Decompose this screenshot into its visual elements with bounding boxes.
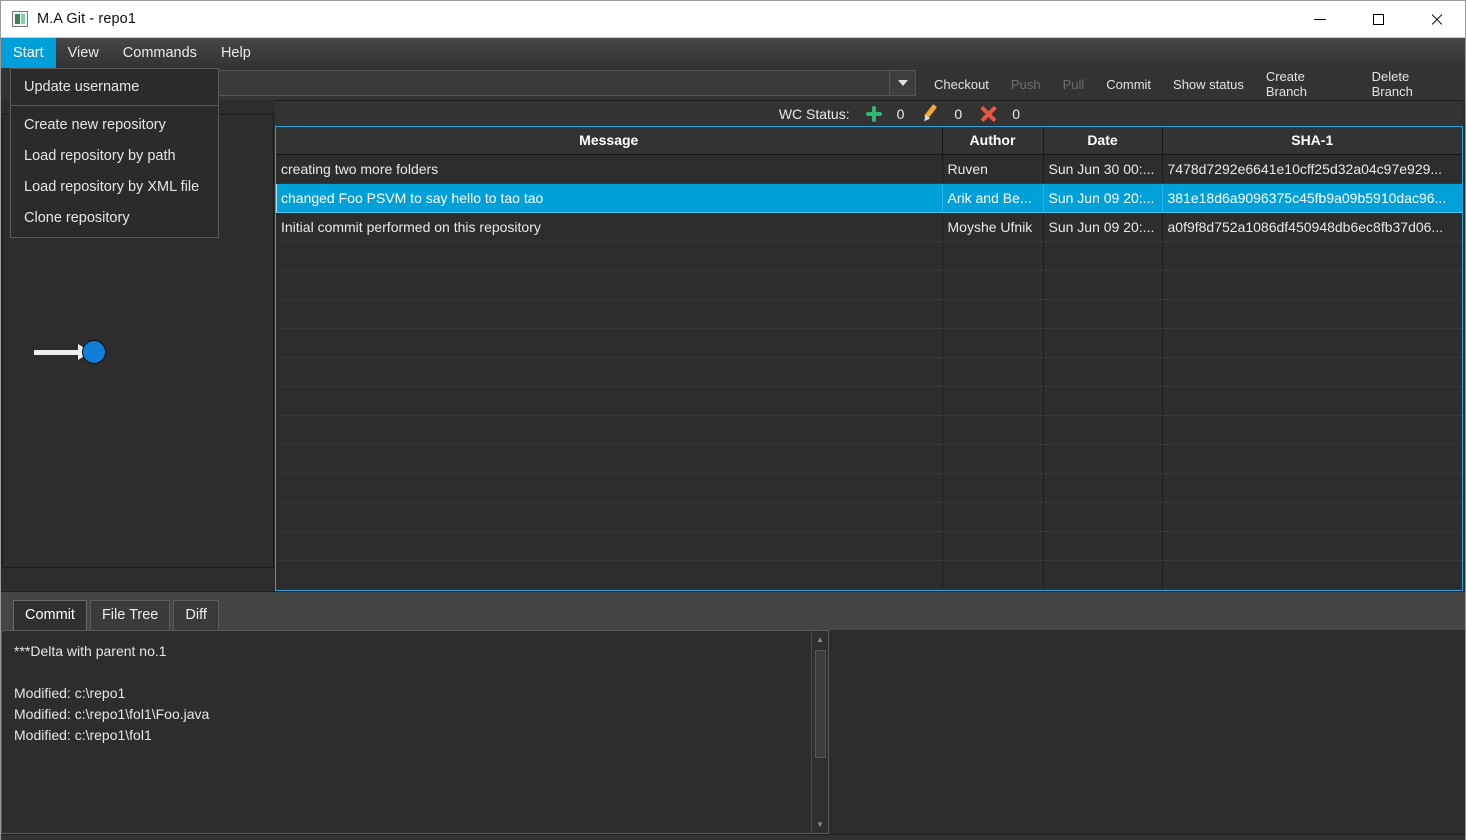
wc-modified-group: 0 (922, 105, 962, 122)
delta-textarea[interactable]: ***Delta with parent no.1 Modified: c:\r… (1, 629, 829, 834)
cell-message: creating two more folders (276, 154, 943, 184)
window-controls (1291, 1, 1465, 37)
table-row-empty (276, 270, 1462, 300)
menu-bar: Start View Commands Help Update username… (1, 38, 1465, 238)
column-header-message[interactable]: Message (276, 127, 943, 155)
toolbar-buttons: Checkout Push Pull Commit Show status Cr… (923, 68, 1465, 100)
table-row-empty (276, 531, 1462, 561)
close-icon (1430, 13, 1443, 26)
x-icon (980, 105, 997, 122)
cell-sha: a0f9f8d752a1086df450948db6ec8fb37d06... (1162, 212, 1462, 242)
table-header-row: Message Author Date SHA-1 (276, 127, 1462, 155)
menu-start[interactable]: Start (1, 38, 56, 68)
bottom-tabstrip: Commit File Tree Diff (1, 591, 1465, 630)
branch-select-value (215, 71, 889, 95)
table-row[interactable]: Initial commit performed on this reposit… (276, 212, 1462, 242)
table-row-empty (276, 502, 1462, 532)
table-row[interactable]: creating two more folders Ruven Sun Jun … (276, 154, 1462, 184)
start-menu-dropdown: Update username Create new repository Lo… (10, 68, 219, 238)
table-row-empty (276, 299, 1462, 329)
wc-modified-count: 0 (954, 105, 963, 122)
commit-table-container[interactable]: Message Author Date SHA-1 creating two m… (275, 126, 1463, 591)
table-row-empty (276, 386, 1462, 416)
table-row-empty (276, 241, 1462, 271)
table-row-empty (276, 357, 1462, 387)
show-status-button[interactable]: Show status (1162, 71, 1255, 97)
wc-deleted-count: 0 (1012, 105, 1020, 122)
toolbar: Checkout Push Pull Commit Show status Cr… (1, 68, 1465, 100)
scrollbar-thumb[interactable] (814, 649, 826, 758)
table-row-empty (276, 328, 1462, 358)
commit-table-body: creating two more folders Ruven Sun Jun … (276, 154, 1462, 590)
menu-item-load-repository-by-path[interactable]: Load repository by path (11, 140, 218, 171)
column-header-sha[interactable]: SHA-1 (1162, 127, 1462, 155)
wc-status-label: WC Status: (778, 105, 850, 122)
maximize-button[interactable] (1349, 1, 1407, 37)
wc-added-group: 0 (865, 105, 905, 122)
menu-commands[interactable]: Commands (111, 38, 209, 68)
cell-sha: 381e18d6a9096375c45fb9a09b5910dac96... (1162, 183, 1462, 213)
table-row[interactable]: changed Foo PSVM to say hello to tao tao… (276, 183, 1462, 213)
table-row-empty (276, 444, 1462, 474)
commit-table: Message Author Date SHA-1 creating two m… (276, 127, 1462, 590)
plus-icon (865, 105, 882, 122)
menu-separator (11, 105, 218, 106)
table-row-empty (276, 415, 1462, 445)
cell-date: Sun Jun 30 00:... (1043, 154, 1163, 184)
window-title: M.A Git - repo1 (37, 11, 137, 27)
close-button[interactable] (1407, 1, 1465, 37)
maximize-icon (1372, 13, 1384, 25)
tab-content-commit: ***Delta with parent no.1 Modified: c:\r… (1, 629, 1465, 834)
commit-node[interactable] (82, 340, 106, 364)
tab-diff[interactable]: Diff (173, 599, 219, 630)
tab-commit[interactable]: Commit (13, 599, 87, 630)
main-body: WC Status: 0 0 0 Message Author Date SHA… (1, 100, 1465, 591)
status-bar (1, 833, 1465, 840)
cell-date: Sun Jun 09 20:... (1043, 183, 1163, 213)
table-row-empty (276, 473, 1462, 503)
menu-item-load-repository-by-xml-file[interactable]: Load repository by XML file (11, 171, 218, 202)
cell-message: Initial commit performed on this reposit… (276, 212, 943, 242)
app-window: M.A Git - repo1 Start View Commands Help… (0, 0, 1466, 840)
cell-sha: 7478d7292e6641e10cff25d32a04c97e929... (1162, 154, 1462, 184)
bottom-panel: Commit File Tree Diff ***Delta with pare… (1, 590, 1465, 834)
column-header-author[interactable]: Author (942, 127, 1044, 155)
menu-help[interactable]: Help (209, 38, 263, 68)
cell-message: changed Foo PSVM to say hello to tao tao (276, 183, 943, 213)
chevron-down-icon[interactable] (889, 71, 915, 95)
wc-added-count: 0 (896, 105, 905, 122)
menu-item-update-username[interactable]: Update username (11, 71, 218, 102)
pencil-icon (922, 105, 939, 122)
minimize-icon (1314, 18, 1326, 20)
delete-branch-button[interactable]: Delete Branch (1361, 69, 1465, 99)
cell-author: Arik and Be... (942, 183, 1044, 213)
minimize-button[interactable] (1291, 1, 1349, 37)
commit-button[interactable]: Commit (1095, 71, 1162, 97)
delta-text: ***Delta with parent no.1 Modified: c:\r… (14, 642, 210, 743)
scroll-up-icon[interactable]: ▲ (812, 631, 829, 648)
branch-select[interactable] (214, 70, 916, 96)
wc-status-bar: WC Status: 0 0 0 (275, 100, 1463, 126)
commit-list-panel: WC Status: 0 0 0 Message Author Date SHA… (275, 100, 1465, 591)
wc-deleted-group: 0 (980, 105, 1020, 122)
scroll-down-icon[interactable]: ▼ (812, 816, 829, 833)
create-branch-button[interactable]: Create Branch (1255, 69, 1361, 99)
cell-author: Moyshe Ufnik (942, 212, 1044, 242)
push-button: Push (1010, 76, 1041, 92)
cell-author: Ruven (942, 154, 1044, 184)
menu-item-clone-repository[interactable]: Clone repository (11, 202, 218, 233)
checkout-button[interactable]: Checkout (923, 71, 1000, 97)
table-row-empty (276, 560, 1462, 590)
delta-scrollbar[interactable]: ▲ ▼ (811, 630, 829, 833)
column-header-date[interactable]: Date (1043, 127, 1163, 155)
cell-date: Sun Jun 09 20:... (1043, 212, 1163, 242)
menu-item-create-new-repository[interactable]: Create new repository (11, 109, 218, 140)
app-icon (12, 11, 28, 27)
delta-side-area (829, 629, 1465, 834)
menu-view[interactable]: View (56, 38, 111, 68)
pull-button: Pull (1062, 76, 1085, 92)
tab-file-tree[interactable]: File Tree (89, 599, 171, 630)
title-bar: M.A Git - repo1 (1, 1, 1465, 38)
arrow-right-icon (34, 344, 91, 360)
